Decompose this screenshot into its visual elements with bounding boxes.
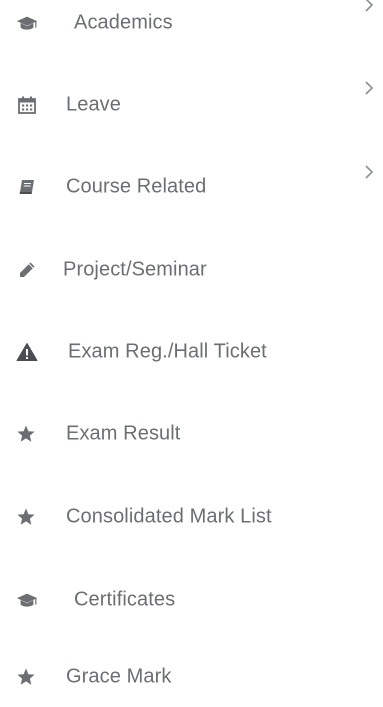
sidebar-item-project-seminar[interactable]: Project/Seminar <box>0 240 383 300</box>
sidebar-item-label: Course Related <box>66 175 207 198</box>
sidebar-item-label: Academics <box>74 11 173 34</box>
chevron-right-icon <box>365 165 374 179</box>
chevron-right-icon <box>365 0 374 12</box>
sidebar-item-label: Project/Seminar <box>63 258 207 281</box>
sidebar-item-exam-result[interactable]: Exam Result <box>0 404 383 464</box>
sidebar-item-course-related[interactable]: Course Related <box>0 157 383 217</box>
sidebar-item-label: Grace Mark <box>66 665 172 688</box>
sidebar-item-label: Certificates <box>74 588 176 611</box>
sidebar-item-certificates[interactable]: Certificates <box>0 570 383 630</box>
sidebar-item-academics[interactable]: Academics <box>0 0 383 53</box>
sidebar-item-grace-mark[interactable]: Grace Mark <box>0 647 383 707</box>
sidebar-item-leave[interactable]: Leave <box>0 75 383 135</box>
calendar-icon <box>16 94 38 116</box>
sidebar-item-label: Exam Reg./Hall Ticket <box>68 340 267 363</box>
book-icon <box>16 176 38 198</box>
warning-icon <box>16 341 38 363</box>
sidebar-item-consolidated-mark-list[interactable]: Consolidated Mark List <box>0 487 383 547</box>
pencil-icon <box>16 259 38 281</box>
star-icon <box>15 666 37 688</box>
sidebar-item-label: Leave <box>66 93 121 116</box>
star-icon <box>15 423 37 445</box>
star-icon <box>15 506 37 528</box>
graduation-cap-icon <box>16 589 38 611</box>
sidebar-item-exam-reg-hall-ticket[interactable]: Exam Reg./Hall Ticket <box>0 322 383 382</box>
sidebar-menu: Academics Leave Course Related Project/S… <box>0 0 383 693</box>
chevron-right-icon <box>365 81 374 95</box>
sidebar-item-label: Exam Result <box>66 422 181 445</box>
sidebar-item-label: Consolidated Mark List <box>66 505 272 528</box>
graduation-cap-icon <box>16 12 38 34</box>
